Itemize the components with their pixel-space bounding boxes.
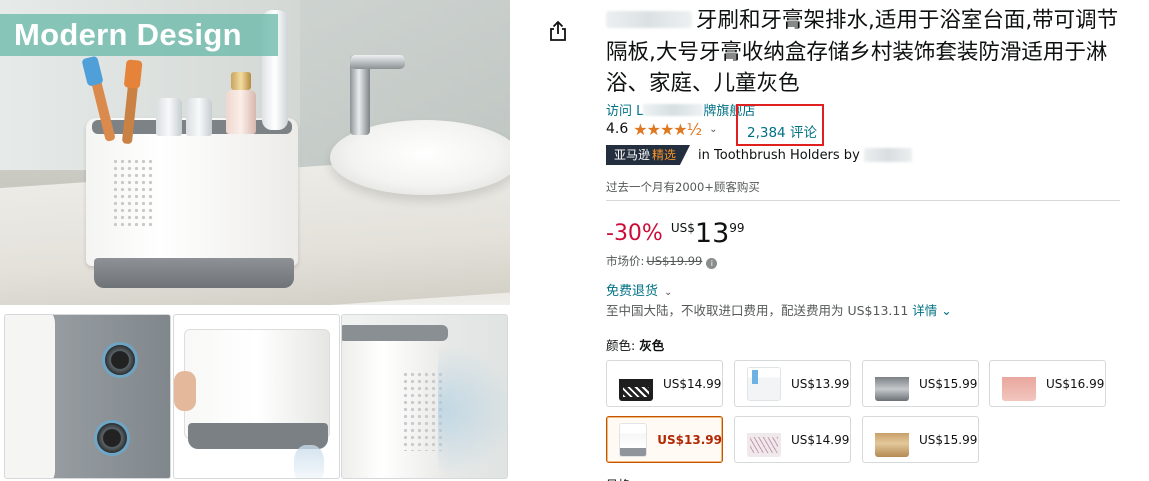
share-icon[interactable] bbox=[548, 20, 568, 42]
main-product-image[interactable]: Modern Design bbox=[0, 0, 510, 305]
hero-faucet-arm bbox=[350, 55, 405, 69]
holder-base bbox=[94, 258, 294, 288]
cup-1 bbox=[156, 98, 182, 136]
swatch-image-gold bbox=[875, 422, 909, 457]
style-label: 风格 bbox=[606, 476, 630, 481]
list-price: 市场价: US$19.99 i bbox=[606, 253, 718, 269]
swatch-grey-selected[interactable]: US$13.99 bbox=[606, 416, 723, 463]
shipping-info: 至中国大陆，不收取进口费用，配送费用为 US$13.11 详情 ⌄ bbox=[606, 300, 952, 319]
store-link-prefix: 访问 L bbox=[606, 104, 644, 119]
free-returns-link[interactable]: 免费退货 ⌄ bbox=[606, 280, 672, 299]
thumb1-white-edge bbox=[5, 315, 55, 478]
amazon-choice-badge: 亚马逊 精选 bbox=[606, 145, 691, 165]
swatch-image-pink bbox=[1002, 366, 1036, 401]
badge-category-text[interactable]: in Toothbrush Holders by bbox=[698, 148, 860, 163]
thumb3-dots bbox=[402, 371, 442, 451]
swatch-image-steel bbox=[875, 366, 909, 401]
rating-row: 4.6 ★★★★½ ⌄ bbox=[606, 119, 718, 139]
store-link[interactable]: 访问 L 牌旗舰店 bbox=[606, 100, 755, 119]
swatch-price: US$15.99 bbox=[919, 432, 978, 447]
list-price-value: US$19.99 bbox=[646, 254, 703, 268]
pink-bottle bbox=[226, 72, 256, 134]
cup-2 bbox=[186, 98, 212, 136]
divider bbox=[606, 200, 1120, 201]
holder-vent-dots bbox=[112, 158, 152, 228]
chevron-down-icon: ⌄ bbox=[664, 287, 673, 298]
color-label: 颜色: 灰色 bbox=[606, 335, 664, 354]
hero-banner-text: Modern Design bbox=[14, 17, 242, 52]
drain-hole-2 bbox=[97, 423, 127, 453]
amazon-choice-row: 亚马逊 精选 in Toothbrush Holders by bbox=[606, 145, 912, 165]
thumbnail-ventilation[interactable] bbox=[341, 314, 508, 479]
color-label-text: 颜色: bbox=[606, 338, 636, 353]
swatch-image-grey bbox=[619, 422, 648, 457]
shipping-details-link[interactable]: 详情 ⌄ bbox=[912, 303, 951, 318]
thumb3-airflow bbox=[438, 345, 507, 475]
thumbnail-drainage-holes[interactable] bbox=[4, 314, 171, 479]
price-row: -30% US$ 13 99 bbox=[606, 217, 745, 251]
free-returns-text: 免费退货 bbox=[606, 284, 659, 299]
reviews-link[interactable]: 2,384 评论 bbox=[747, 121, 817, 141]
badge-pick: 精选 bbox=[652, 148, 677, 162]
bought-past-month: 过去一个月有2000+顾客购买 bbox=[606, 180, 760, 194]
swatch-price: US$14.99 bbox=[791, 432, 850, 447]
chevron-down-icon: ⌄ bbox=[941, 303, 952, 318]
discount-percent: -30% bbox=[606, 221, 663, 246]
badge-label: 亚马逊 bbox=[614, 148, 651, 162]
blurred-brand-badge bbox=[863, 148, 912, 162]
swatch-white[interactable]: US$13.99 bbox=[734, 360, 851, 407]
chevron-down-icon[interactable]: ⌄ bbox=[709, 124, 717, 135]
swatch-price: US$13.99 bbox=[657, 432, 722, 447]
swatch-price: US$15.99 bbox=[919, 376, 978, 391]
info-icon[interactable]: i bbox=[706, 258, 718, 269]
product-title: 牙刷和牙膏架排水,适用于浴室台面,带可调节隔板,大号牙膏收纳盒存储乡村装饰套装防… bbox=[606, 5, 1126, 100]
swatch-price: US$16.99 bbox=[1046, 376, 1105, 391]
image-gallery: Modern Design bbox=[0, 0, 512, 481]
swatch-black[interactable]: US$14.99 bbox=[606, 360, 723, 407]
swatch-price: US$14.99 bbox=[663, 376, 722, 391]
rating-value: 4.6 bbox=[606, 121, 629, 137]
blurred-store-name bbox=[643, 104, 704, 116]
price-whole: 13 bbox=[694, 218, 730, 249]
swatch-marble[interactable]: US$14.99 bbox=[734, 416, 851, 463]
thumb2-water bbox=[294, 445, 324, 478]
thumb2-hand bbox=[174, 371, 196, 411]
thumb3-rim bbox=[342, 325, 448, 341]
swatch-image-black bbox=[619, 366, 653, 401]
thumbnail-removable-tray[interactable] bbox=[173, 314, 340, 479]
price-fraction: 99 bbox=[729, 221, 745, 235]
hero-toothbrush-holder bbox=[86, 118, 298, 288]
shipping-details-label: 详情 bbox=[912, 303, 938, 318]
swatch-pink[interactable]: US$16.99 bbox=[989, 360, 1106, 407]
drain-hole-1 bbox=[105, 345, 135, 375]
selected-color-value: 灰色 bbox=[639, 338, 665, 353]
list-price-label: 市场价: bbox=[606, 254, 645, 268]
shipping-text: 至中国大陆，不收取进口费用，配送费用为 US$13.11 bbox=[606, 303, 909, 318]
swatch-image-marble bbox=[747, 422, 781, 457]
swatch-price: US$13.99 bbox=[791, 376, 850, 391]
price-currency: US$ bbox=[670, 221, 695, 235]
swatch-gold[interactable]: US$15.99 bbox=[862, 416, 979, 463]
swatch-image-white bbox=[747, 366, 781, 401]
blurred-brand bbox=[606, 11, 692, 28]
swatch-steel[interactable]: US$15.99 bbox=[862, 360, 979, 407]
star-rating-icon[interactable]: ★★★★½ bbox=[633, 120, 702, 139]
